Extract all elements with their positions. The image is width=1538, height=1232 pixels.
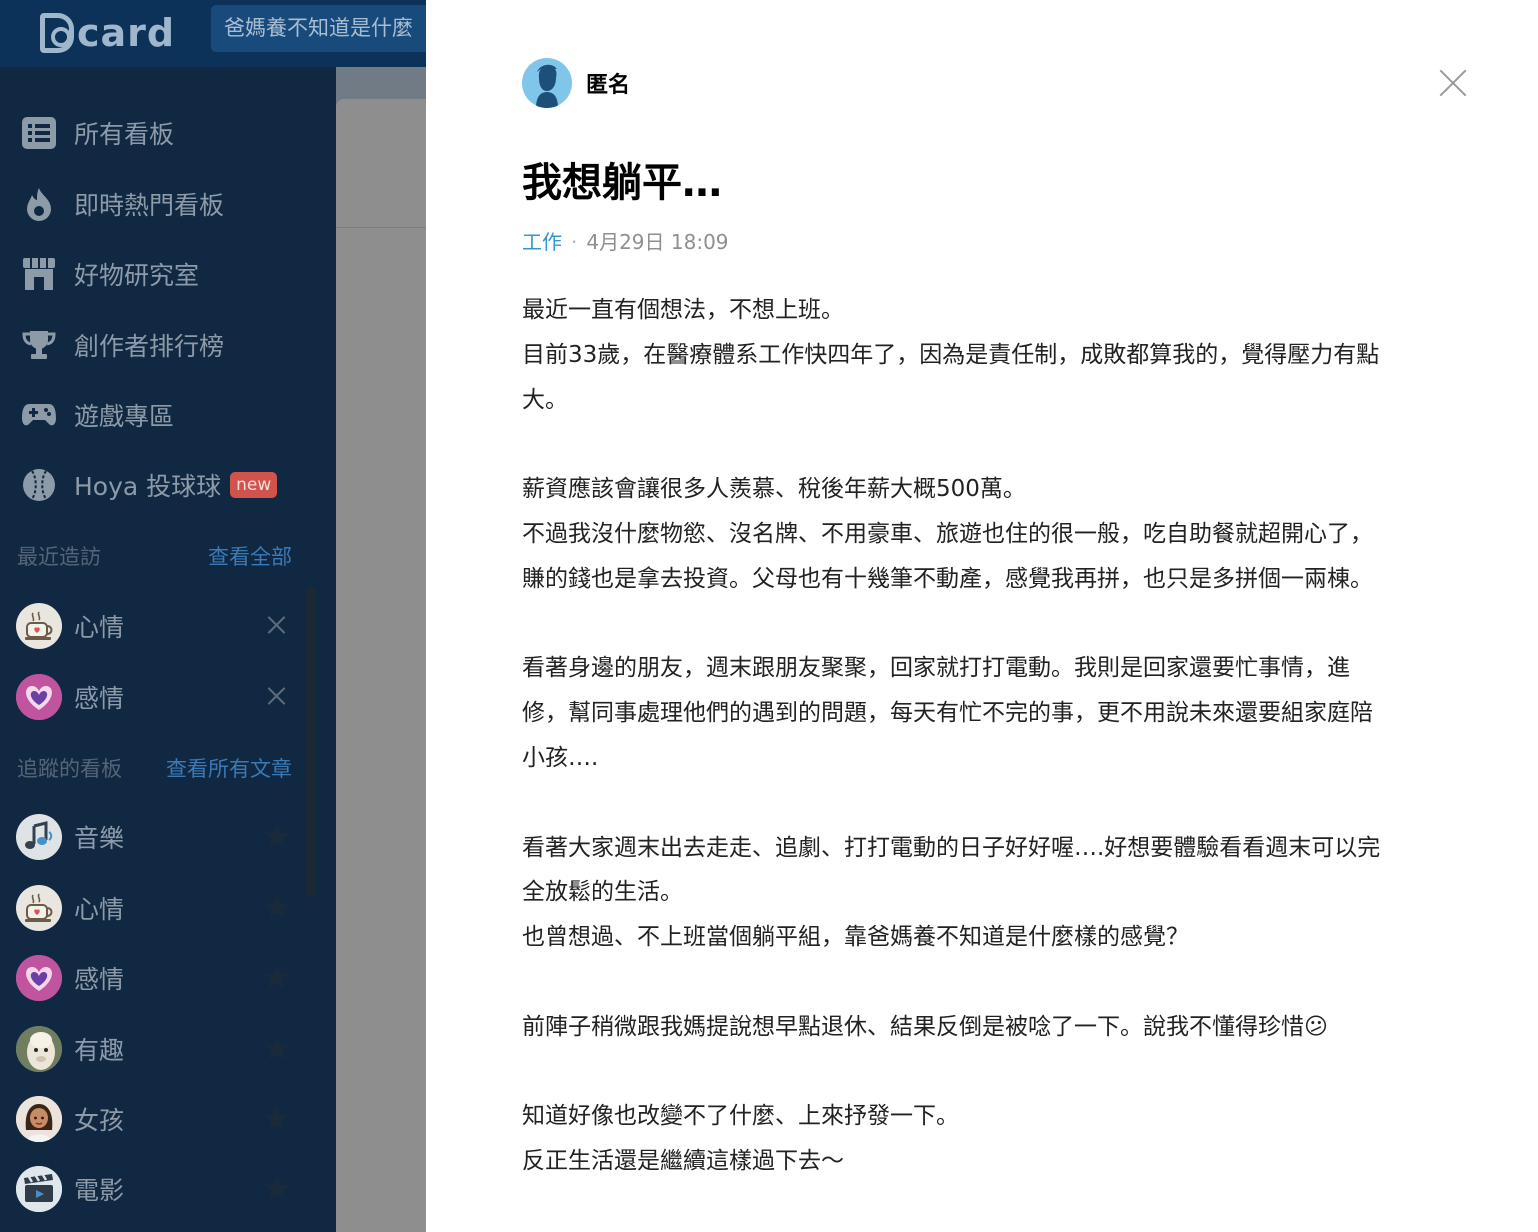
post-paragraph-line: 前陣子稍微跟我媽提說想早點退休、結果反倒是被唸了一下。說我不懂得珍惜😕 xyxy=(522,1013,1328,1040)
sidebar-item-label: 創作者排行榜 xyxy=(74,332,225,361)
sidebar: 所有看板 即時熱門看板 好物研究室 創作者排行榜 遊戲專區 Hoya 投球球 n… xyxy=(0,67,336,1232)
following-title: 追蹤的看板 xyxy=(17,757,122,781)
post-paragraph-line: 大。 xyxy=(522,386,568,413)
sidebar-item-creator-ranking[interactable]: 創作者排行榜 xyxy=(0,315,336,375)
following-board-movie[interactable]: 電影 ★ xyxy=(0,1159,336,1219)
clapperboard-icon xyxy=(16,1166,62,1212)
star-icon[interactable]: ★ xyxy=(262,891,292,925)
post-paragraph-line: 也曾想過、不上班當個躺平組，靠爸媽養不知道是什麼樣的感覺？ xyxy=(522,924,1189,951)
post-paragraph-line: 修，幫同事處理他們的遇到的問題，每天有忙不完的事，更不用說未來還要組家庭陪 xyxy=(522,700,1373,727)
following-board-relationship[interactable]: 感情 ★ xyxy=(0,948,336,1008)
post-paragraph-line: 目前33歲，在醫療體系工作快四年了，因為是責任制，成敗都算我的，覺得壓力有點 xyxy=(522,341,1380,368)
star-icon[interactable]: ★ xyxy=(262,1102,292,1136)
post-meta: 工作 · 4月29日 18:09 xyxy=(522,228,729,256)
following-board-funny[interactable]: 有趣 ★ xyxy=(0,1019,336,1079)
sidebar-item-hot-forums[interactable]: 即時熱門看板 xyxy=(0,174,336,234)
board-label: 心情 xyxy=(74,613,125,642)
post-author: 匿名 xyxy=(522,58,630,108)
anonymous-avatar-icon xyxy=(522,58,572,108)
fire-icon xyxy=(21,186,57,222)
post-paragraph-line: 薪資應該會讓很多人羨慕、稅後年薪大概500萬。 xyxy=(522,476,1026,503)
post-paragraph-line: 小孩…. xyxy=(522,744,599,771)
sidebar-item-label: 所有看板 xyxy=(74,120,175,149)
following-board-girl[interactable]: 女孩 ★ xyxy=(0,1089,336,1149)
post-paragraph-line: 不過我沒什麼物慾、沒名牌、不用豪車、旅遊也住的很一般，吃自助餐就超開心了， xyxy=(522,520,1373,547)
sidebar-item-goods-lab[interactable]: 好物研究室 xyxy=(0,244,336,304)
girl-icon xyxy=(16,1096,62,1142)
coffee-cup-icon xyxy=(16,885,62,931)
view-all-link[interactable]: 查看全部 xyxy=(208,541,292,571)
sidebar-item-games[interactable]: 遊戲專區 xyxy=(0,385,336,445)
star-icon[interactable]: ★ xyxy=(262,1172,292,1206)
heart-icon xyxy=(16,674,62,720)
trophy-icon xyxy=(21,327,57,363)
board-label: 有趣 xyxy=(74,1036,125,1065)
board-label: 感情 xyxy=(74,684,125,713)
baseball-icon xyxy=(21,467,57,503)
post-paragraph-line: 看著身邊的朋友，週末跟朋友聚聚，回家就打打電動。我則是回家還要忙事情，進 xyxy=(522,655,1350,682)
post-modal: 匿名 我想躺平… 工作 · 4月29日 18:09 最近一直有個想法，不想上班。目前… xyxy=(426,0,1538,1232)
sidebar-item-label: 即時熱門看板 xyxy=(74,191,225,220)
new-badge: new xyxy=(230,472,278,498)
dcard-logo[interactable]: card xyxy=(40,6,175,60)
post-paragraph-line: 賺的錢也是拿去投資。父母也有十幾筆不動產，感覺我再拼，也只是多拼個一兩棟。 xyxy=(522,565,1373,592)
sidebar-item-all-forums[interactable]: 所有看板 xyxy=(0,103,336,163)
board-label: 感情 xyxy=(74,965,125,994)
board-label: 電影 xyxy=(74,1176,125,1205)
post-paragraph-line: 看著大家週末出去走走、追劇、打打電動的日子好好喔….好想要體驗看看週末可以完 xyxy=(522,834,1381,861)
store-icon xyxy=(21,256,57,292)
post-paragraph-line: 知道好像也改變不了什麼、上來抒發一下。 xyxy=(522,1103,959,1130)
feed-card xyxy=(336,99,426,1232)
following-board-mood[interactable]: 心情 ★ xyxy=(0,878,336,938)
heart-icon xyxy=(16,955,62,1001)
coffee-cup-icon xyxy=(16,603,62,649)
sidebar-item-label: 好物研究室 xyxy=(74,261,200,290)
post-title: 我想躺平… xyxy=(522,160,722,206)
sidebar-scrollbar[interactable] xyxy=(306,587,316,897)
recent-board-relationship[interactable]: 感情 xyxy=(0,667,336,727)
feed-divider xyxy=(336,227,426,228)
star-icon[interactable]: ★ xyxy=(262,1032,292,1066)
music-note-icon xyxy=(16,814,62,860)
close-button[interactable] xyxy=(1438,68,1468,98)
sidebar-item-hoya[interactable]: Hoya 投球球 new xyxy=(0,455,336,515)
post-paragraph-line: 反正生活還是繼續這樣過下去～ xyxy=(522,1148,844,1175)
following-board-music[interactable]: 音樂 ★ xyxy=(0,807,336,867)
author-name: 匿名 xyxy=(586,73,631,98)
remove-recent-button[interactable] xyxy=(262,682,292,712)
board-label: 女孩 xyxy=(74,1106,125,1135)
board-label: 心情 xyxy=(74,895,125,924)
star-icon[interactable]: ★ xyxy=(262,820,292,854)
following-section-header: 追蹤的看板 查看所有文章 xyxy=(17,748,292,788)
post-paragraph-line: 最近一直有個想法，不想上班。 xyxy=(522,297,844,323)
recent-title: 最近造訪 xyxy=(17,545,101,569)
sidebar-item-label: Hoya 投球球 xyxy=(74,472,222,501)
gamepad-icon xyxy=(21,397,57,433)
forum-link[interactable]: 工作 xyxy=(522,230,562,254)
star-icon[interactable]: ★ xyxy=(262,961,292,995)
list-icon xyxy=(21,115,57,151)
logo-text: card xyxy=(77,11,176,55)
meta-separator: · xyxy=(571,230,578,254)
remove-recent-button[interactable] xyxy=(262,611,292,641)
board-label: 音樂 xyxy=(74,824,125,853)
d-logo-icon xyxy=(40,13,74,53)
recent-section-header: 最近造訪 查看全部 xyxy=(17,536,292,576)
view-all-posts-link[interactable]: 查看所有文章 xyxy=(166,753,292,783)
post-time: 4月29日 18:09 xyxy=(586,230,729,254)
post-content: 最近一直有個想法，不想上班。目前33歲，在醫療體系工作快四年了，因為是責任制，成… xyxy=(522,288,1482,1184)
recent-board-mood[interactable]: 心情 xyxy=(0,596,336,656)
post-paragraph-line: 全放鬆的生活。 xyxy=(522,879,683,906)
sidebar-item-label: 遊戲專區 xyxy=(74,402,175,431)
alpaca-icon xyxy=(16,1026,62,1072)
